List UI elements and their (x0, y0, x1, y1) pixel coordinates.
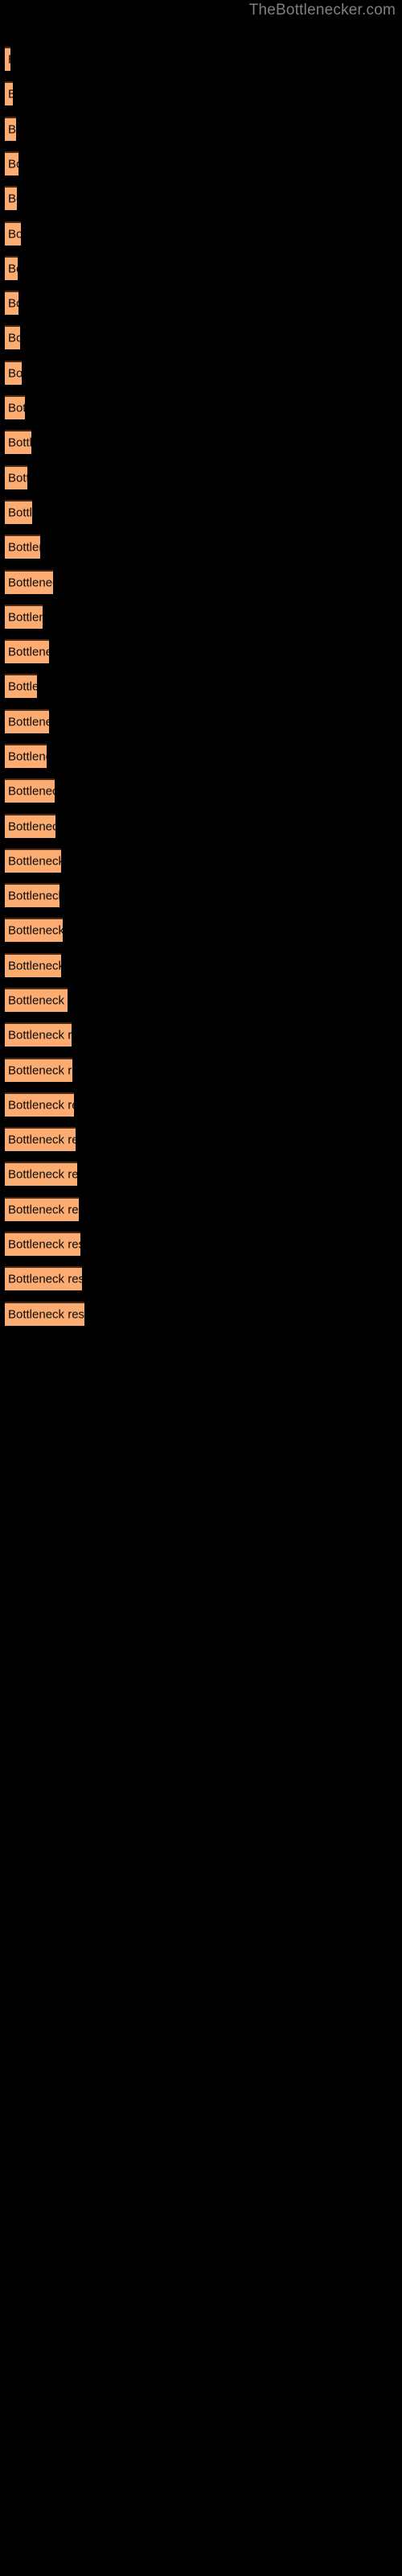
bar-label: Bottleneck result (8, 540, 40, 555)
bar-label: Bottleneck result (8, 889, 59, 903)
bar-19: Bottleneck result (5, 674, 37, 698)
bar-label: Bottleneck result (8, 227, 21, 242)
bar-label: Bottleneck result (8, 506, 32, 520)
bars-layer: Bottleneck result Bottleneck result Bottle… (0, 0, 402, 2576)
bar-24: Bottleneck result (5, 848, 61, 873)
bar-label: Bottleneck result (8, 401, 25, 415)
bar-label: Bottleneck result (8, 679, 37, 694)
bar-label: Bottleneck result (8, 89, 13, 101)
bar-35: Bottleneck result (5, 1232, 80, 1256)
bar-4: Bottleneck result (5, 151, 18, 175)
bar-label: Bottleneck result (8, 122, 16, 137)
bar-label: Bottleneck result (8, 576, 53, 590)
bar-36: Bottleneck result (5, 1266, 82, 1290)
bar-label: Bottleneck result (8, 749, 47, 764)
bar-33: Bottleneck result (5, 1162, 77, 1186)
bar-label: Bottleneck result (8, 1063, 72, 1078)
bar-12: Bottleneck result (5, 430, 31, 454)
bar-label: Bottleneck result (8, 1098, 74, 1113)
bar-1: Bottleneck result (5, 47, 10, 71)
bar-label: Bottleneck result (8, 923, 63, 938)
bar-9: Bottleneck result (5, 325, 20, 349)
bar-label: Bottleneck result (8, 645, 49, 659)
bar-17: Bottleneck result (5, 605, 43, 629)
bar-37: Bottleneck result (5, 1302, 84, 1326)
bar-label: Bottleneck result (8, 366, 22, 381)
bar-28: Bottleneck result (5, 988, 68, 1012)
bar-label: Bottleneck result (8, 819, 55, 834)
bar-label: Bottleneck result (8, 784, 55, 799)
bar-31: Bottleneck result (5, 1092, 74, 1117)
bar-15: Bottleneck result (5, 535, 40, 559)
bar-8: Bottleneck result (5, 291, 18, 315)
bar-label: Bottleneck result (8, 854, 61, 869)
bar-2: Bottleneck result (5, 81, 13, 105)
bar-label: Bottleneck result (8, 1203, 79, 1217)
bar-6: Bottleneck result (5, 221, 21, 246)
bar-label: Bottleneck result (8, 1167, 77, 1182)
bar-3: Bottleneck result (5, 117, 16, 141)
bar-20: Bottleneck result (5, 709, 49, 733)
bar-label: Bottleneck result (8, 610, 43, 625)
bar-label: Bottleneck result (8, 192, 17, 206)
bar-22: Bottleneck result (5, 778, 55, 803)
bar-5: Bottleneck result (5, 186, 17, 210)
bar-23: Bottleneck result (5, 814, 55, 838)
bar-30: Bottleneck result (5, 1058, 72, 1082)
bar-21: Bottleneck result (5, 744, 47, 768)
bar-label: Bottleneck result (8, 1272, 82, 1286)
bar-29: Bottleneck result (5, 1022, 72, 1046)
bar-label: Bottleneck result (8, 296, 18, 311)
bar-16: Bottleneck result (5, 570, 53, 594)
bar-7: Bottleneck result (5, 256, 18, 280)
bar-13: Bottleneck result (5, 465, 27, 489)
bar-label: Bottleneck result (8, 157, 18, 171)
bar-label: Bottleneck result (8, 993, 68, 1008)
bar-34: Bottleneck result (5, 1197, 79, 1221)
bar-label: Bottleneck result (8, 471, 27, 485)
bar-label: Bottleneck result (8, 262, 18, 276)
bar-14: Bottleneck result (5, 500, 32, 524)
bar-26: Bottleneck result (5, 918, 63, 942)
bar-11: Bottleneck result (5, 395, 25, 419)
bar-label: Bottleneck result (8, 1237, 80, 1252)
bar-32: Bottleneck result (5, 1127, 76, 1151)
bar-27: Bottleneck result (5, 953, 61, 977)
bar-18: Bottleneck result (5, 639, 49, 663)
bar-label: Bottleneck result (8, 54, 10, 66)
bar-label: Bottleneck result (8, 959, 61, 973)
bar-10: Bottleneck result (5, 361, 22, 385)
bar-label: Bottleneck result (8, 1307, 84, 1322)
bar-label: Bottleneck result (8, 1028, 72, 1042)
bar-25: Bottleneck result (5, 883, 59, 907)
bar-label: Bottleneck result (8, 436, 31, 450)
bar-label: Bottleneck result (8, 1133, 76, 1147)
bar-label: Bottleneck result (8, 331, 20, 345)
bar-label: Bottleneck result (8, 715, 49, 729)
bottleneck-bar-chart: TheBottlenecker.com Bottleneck resultBot… (0, 0, 402, 2576)
